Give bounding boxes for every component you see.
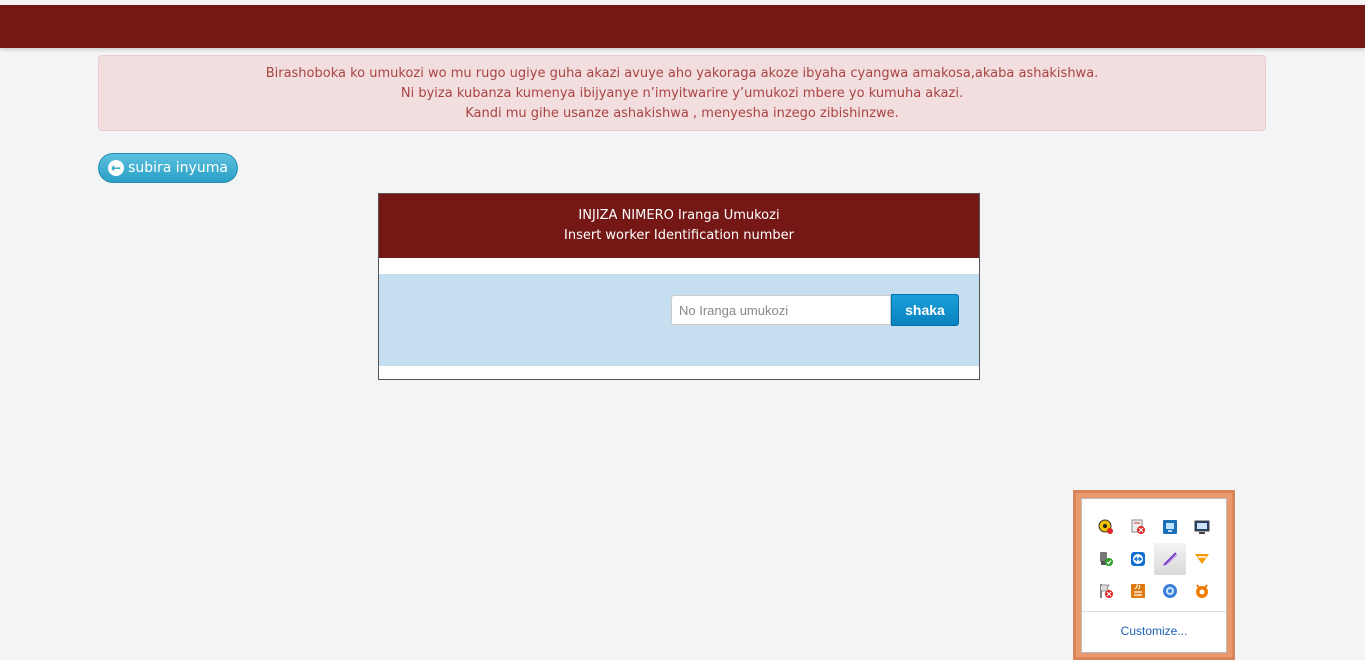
back-button[interactable]: ← subira inyuma xyxy=(98,153,238,183)
pen-tablet-icon[interactable] xyxy=(1154,543,1186,575)
alert-line-1: Birashoboka ko umukozi wo mu rugo ugiye … xyxy=(265,66,1099,81)
alert-line-3: Kandi mu gihe usanze ashakishwa , menyes… xyxy=(465,106,899,121)
arrow-left-icon: ← xyxy=(108,160,125,176)
vlc-cone-icon[interactable] xyxy=(1186,543,1218,575)
system-tray-popup: Customize... xyxy=(1073,490,1235,660)
tray-divider xyxy=(1082,611,1226,612)
yellow-circle-icon[interactable] xyxy=(1090,511,1122,543)
flag-error-icon[interactable] xyxy=(1090,575,1122,607)
customize-link[interactable]: Customize... xyxy=(1082,624,1226,638)
worker-id-input[interactable] xyxy=(671,295,891,325)
panel-title-english: Insert worker Identification number xyxy=(564,228,794,243)
avast-icon[interactable] xyxy=(1186,575,1218,607)
circle-app-icon[interactable] xyxy=(1154,575,1186,607)
blue-network-icon[interactable] xyxy=(1154,511,1186,543)
usb-safe-remove-icon[interactable] xyxy=(1090,543,1122,575)
alert-line-2: Ni byiza kubanza kumenya ibijyanye n’imy… xyxy=(400,86,964,101)
teamviewer-icon[interactable] xyxy=(1122,543,1154,575)
tray-panel: Customize... xyxy=(1081,498,1227,653)
tray-icon-grid xyxy=(1090,511,1218,607)
header-bar xyxy=(0,5,1365,48)
warning-alert: Birashoboka ko umukozi wo mu rugo ugiye … xyxy=(98,55,1266,131)
back-button-label: subira inyuma xyxy=(128,160,228,176)
java-icon[interactable] xyxy=(1122,575,1154,607)
monitor-icon[interactable] xyxy=(1186,511,1218,543)
red-x-app-icon[interactable] xyxy=(1122,511,1154,543)
panel-body: shaka xyxy=(379,274,979,366)
worker-search-panel: INJIZA NIMERO Iranga Umukozi Insert work… xyxy=(378,193,980,380)
panel-title-kinyarwanda: INJIZA NIMERO Iranga Umukozi xyxy=(578,208,780,223)
search-button[interactable]: shaka xyxy=(891,294,959,326)
panel-heading: INJIZA NIMERO Iranga Umukozi Insert work… xyxy=(379,194,979,258)
